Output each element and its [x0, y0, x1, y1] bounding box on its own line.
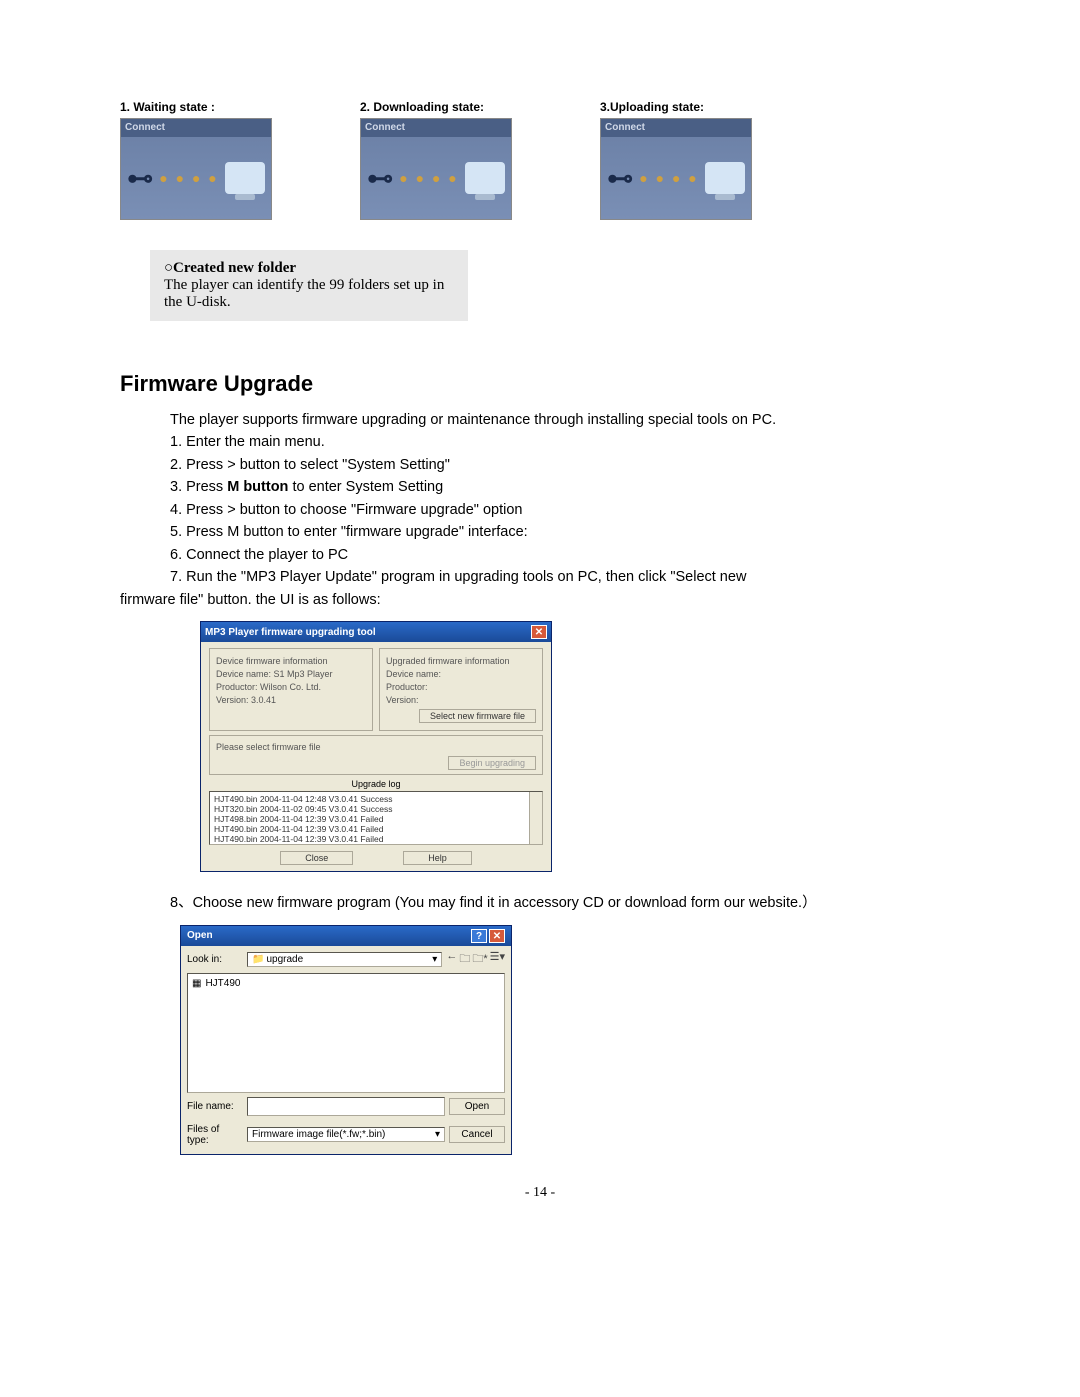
section-heading: Firmware Upgrade	[120, 371, 960, 397]
monitor-icon	[705, 162, 745, 194]
select-file-button[interactable]: Select new firmware file	[419, 709, 536, 723]
file-icon: ▦	[192, 978, 201, 989]
connect-banner: Connect	[601, 119, 751, 137]
frame-title: Device firmware information	[216, 656, 366, 666]
upgrade-log-label: Upgrade log	[209, 779, 543, 789]
page-number: - 14 -	[120, 1185, 960, 1201]
frame-title: Upgraded firmware information	[386, 656, 536, 666]
connect-image-2: Connect ⊷ ● ● ● ●	[360, 118, 512, 220]
device-info-frame: Device firmware information Device name:…	[209, 648, 373, 731]
device-name: Device name: S1 Mp3 Player	[216, 669, 366, 679]
log-line: HJT320.bin 2004-11-02 09:45 V3.0.41 Succ…	[214, 804, 538, 814]
connect-image-1: Connect ⊷ ● ● ● ●	[120, 118, 272, 220]
connect-image-3: Connect ⊷ ● ● ● ●	[600, 118, 752, 220]
monitor-icon	[225, 162, 265, 194]
states-row: 1. Waiting state : Connect ⊷ ● ● ● ● 2. …	[120, 100, 960, 220]
dots-icon: ● ● ● ●	[399, 170, 459, 186]
step-3-pre: 3. Press	[170, 479, 227, 495]
productor: Productor:	[386, 682, 536, 692]
version: Version:	[386, 695, 536, 705]
please-select-label: Please select firmware file	[216, 742, 536, 752]
filetype-dropdown[interactable]: Firmware image file(*.fw;*.bin) ▾	[247, 1127, 445, 1142]
step-3-bold: M button	[227, 479, 288, 495]
dots-icon: ● ● ● ●	[639, 170, 699, 186]
step-6: 6. Connect the player to PC	[170, 544, 960, 566]
device-name: Device name:	[386, 669, 536, 679]
connect-banner: Connect	[361, 119, 511, 137]
help-icon[interactable]: ?	[471, 929, 487, 943]
chevron-down-icon: ▾	[432, 954, 437, 965]
version: Version: 3.0.41	[216, 695, 366, 705]
new-folder-icon[interactable]: 🗀*	[472, 950, 487, 969]
scrollbar[interactable]	[529, 792, 542, 844]
help-button[interactable]: Help	[403, 851, 472, 865]
log-textarea[interactable]: HJT490.bin 2004-11-04 12:48 V3.0.41 Succ…	[209, 791, 543, 845]
step-7a: 7. Run the "MP3 Player Update" program i…	[170, 566, 960, 588]
step-7b: firmware file" button. the UI is as foll…	[120, 589, 960, 611]
step-3-post: to enter System Setting	[288, 479, 443, 495]
open-title-text: Open	[187, 930, 213, 941]
close-icon[interactable]: ✕	[489, 929, 505, 943]
up-folder-icon[interactable]: 🗀	[459, 950, 470, 969]
lookin-value: upgrade	[266, 954, 303, 965]
open-dialog: Open ? ✕ Look in: 📁upgrade ▾ ← 🗀 🗀* ☰▾ ▦…	[180, 925, 512, 1155]
upgraded-info-frame: Upgraded firmware information Device nam…	[379, 648, 543, 731]
file-list[interactable]: ▦ HJT490	[187, 973, 505, 1093]
filetype-value: Firmware image file(*.fw;*.bin)	[252, 1129, 385, 1140]
state-waiting: 1. Waiting state : Connect ⊷ ● ● ● ●	[120, 100, 270, 220]
back-icon[interactable]: ←	[446, 950, 457, 969]
usb-icon: ⊷	[367, 163, 393, 194]
chevron-down-icon: ▾	[435, 1129, 440, 1140]
step-3: 3. Press M button to enter System Settin…	[170, 476, 960, 498]
note-body: The player can identify the 99 folders s…	[164, 277, 454, 311]
state-uploading: 3.Uploading state: Connect ⊷ ● ● ● ●	[600, 100, 750, 220]
close-icon[interactable]: ✕	[531, 625, 547, 639]
cancel-button[interactable]: Cancel	[449, 1126, 505, 1143]
firmware-dialog: MP3 Player firmware upgrading tool ✕ Dev…	[200, 621, 552, 872]
filename-label: File name:	[187, 1101, 243, 1112]
step-5: 5. Press M button to enter "firmware upg…	[170, 521, 960, 543]
filetype-label: Files of type:	[187, 1124, 243, 1146]
folder-icon: 📁	[252, 954, 264, 965]
log-line: HJT490.bin 2004-11-04 12:39 V3.0.41 Fail…	[214, 834, 538, 844]
state-label: 1. Waiting state :	[120, 100, 270, 114]
file-name: HJT490	[205, 978, 240, 989]
monitor-icon	[465, 162, 505, 194]
state-downloading: 2. Downloading state: Connect ⊷ ● ● ● ●	[360, 100, 510, 220]
connect-banner: Connect	[121, 119, 271, 137]
productor: Productor: Wilson Co. Ltd.	[216, 682, 366, 692]
state-label: 2. Downloading state:	[360, 100, 510, 114]
close-button[interactable]: Close	[280, 851, 353, 865]
dots-icon: ● ● ● ●	[159, 170, 219, 186]
dialog-title: MP3 Player firmware upgrading tool	[205, 627, 376, 638]
log-line: HJT498.bin 2004-11-04 12:39 V3.0.41 Fail…	[214, 814, 538, 824]
lookin-dropdown[interactable]: 📁upgrade ▾	[247, 952, 442, 967]
log-line: HJT490.bin 2004-11-04 12:48 V3.0.41 Succ…	[214, 794, 538, 804]
file-item[interactable]: ▦ HJT490	[192, 978, 500, 989]
filename-input[interactable]	[247, 1097, 445, 1116]
step-1: 1. Enter the main menu.	[170, 431, 960, 453]
state-label: 3.Uploading state:	[600, 100, 750, 114]
usb-icon: ⊷	[127, 163, 153, 194]
step-4: 4. Press > button to choose "Firmware up…	[170, 499, 960, 521]
open-titlebar: Open ? ✕	[181, 926, 511, 946]
note-title: ○Created new folder	[164, 260, 454, 277]
open-button[interactable]: Open	[449, 1098, 505, 1115]
begin-upgrading-button[interactable]: Begin upgrading	[448, 756, 536, 770]
view-menu-icon[interactable]: ☰▾	[490, 950, 505, 969]
lookin-label: Look in:	[187, 954, 243, 965]
usb-icon: ⊷	[607, 163, 633, 194]
log-line: HJT490.bin 2004-11-04 12:39 V3.0.41 Fail…	[214, 824, 538, 834]
dialog-titlebar: MP3 Player firmware upgrading tool ✕	[201, 622, 551, 642]
note-box: ○Created new folder The player can ident…	[150, 250, 468, 321]
intro-text: The player supports firmware upgrading o…	[170, 409, 960, 431]
step-8: 8、Choose new firmware program (You may f…	[170, 892, 960, 914]
step-2: 2. Press > button to select "System Sett…	[170, 454, 960, 476]
